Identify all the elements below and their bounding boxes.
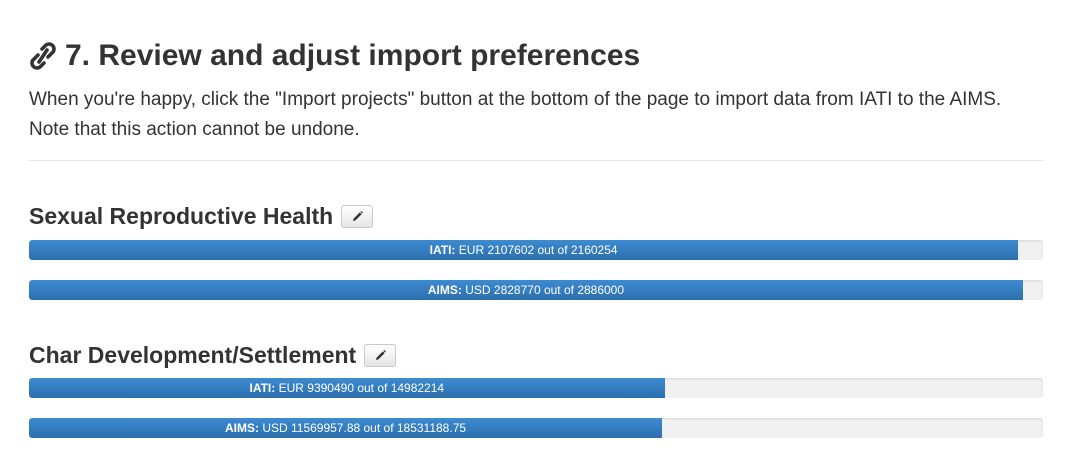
iati-progress-bar: IATI: EUR 9390490 out of 14982214 bbox=[29, 378, 1043, 398]
edit-project-button[interactable] bbox=[341, 204, 374, 228]
progress-text: USD 2828770 out of 2886000 bbox=[465, 283, 625, 297]
progress-label: AIMS: USD 11569957.88 out of 18531188.75 bbox=[29, 418, 662, 438]
progress-source: AIMS: bbox=[427, 283, 462, 297]
aims-progress-bar: AIMS: USD 11569957.88 out of 18531188.75 bbox=[29, 418, 1043, 438]
project-heading: Sexual Reproductive Health bbox=[29, 201, 1043, 231]
section-heading: 7. Review and adjust import preferences bbox=[29, 36, 640, 76]
progress-source: AIMS: bbox=[224, 421, 259, 435]
iati-progress-bar: IATI: EUR 2107602 out of 2160254 bbox=[29, 240, 1043, 260]
pencil-icon bbox=[352, 210, 363, 221]
project-title: Sexual Reproductive Health bbox=[29, 203, 334, 229]
progress-source: IATI: bbox=[429, 243, 456, 257]
project-char-development-settlement: Char Development/Settlement IATI: EUR 93… bbox=[29, 340, 1043, 438]
aims-progress-bar: AIMS: USD 2828770 out of 2886000 bbox=[29, 280, 1043, 300]
pencil-icon bbox=[375, 349, 386, 360]
project-title: Char Development/Settlement bbox=[29, 342, 357, 368]
progress-text: EUR 2107602 out of 2160254 bbox=[458, 243, 618, 257]
section-title: 7. Review and adjust import preferences bbox=[65, 39, 641, 72]
project-heading: Char Development/Settlement bbox=[29, 340, 1043, 370]
project-sexual-reproductive-health: Sexual Reproductive Health IATI: EUR 210… bbox=[29, 201, 1043, 300]
divider bbox=[29, 160, 1043, 161]
link-icon bbox=[29, 40, 57, 72]
progress-source: IATI: bbox=[249, 381, 276, 395]
progress-label: IATI: EUR 2107602 out of 2160254 bbox=[29, 240, 1018, 260]
progress-text: USD 11569957.88 out of 18531188.75 bbox=[262, 421, 467, 435]
progress-text: EUR 9390490 out of 14982214 bbox=[278, 381, 445, 395]
progress-label: IATI: EUR 9390490 out of 14982214 bbox=[29, 378, 665, 398]
edit-project-button[interactable] bbox=[364, 343, 397, 367]
progress-label: AIMS: USD 2828770 out of 2886000 bbox=[29, 280, 1023, 300]
section-description: When you're happy, click the "Import pro… bbox=[29, 89, 1002, 140]
